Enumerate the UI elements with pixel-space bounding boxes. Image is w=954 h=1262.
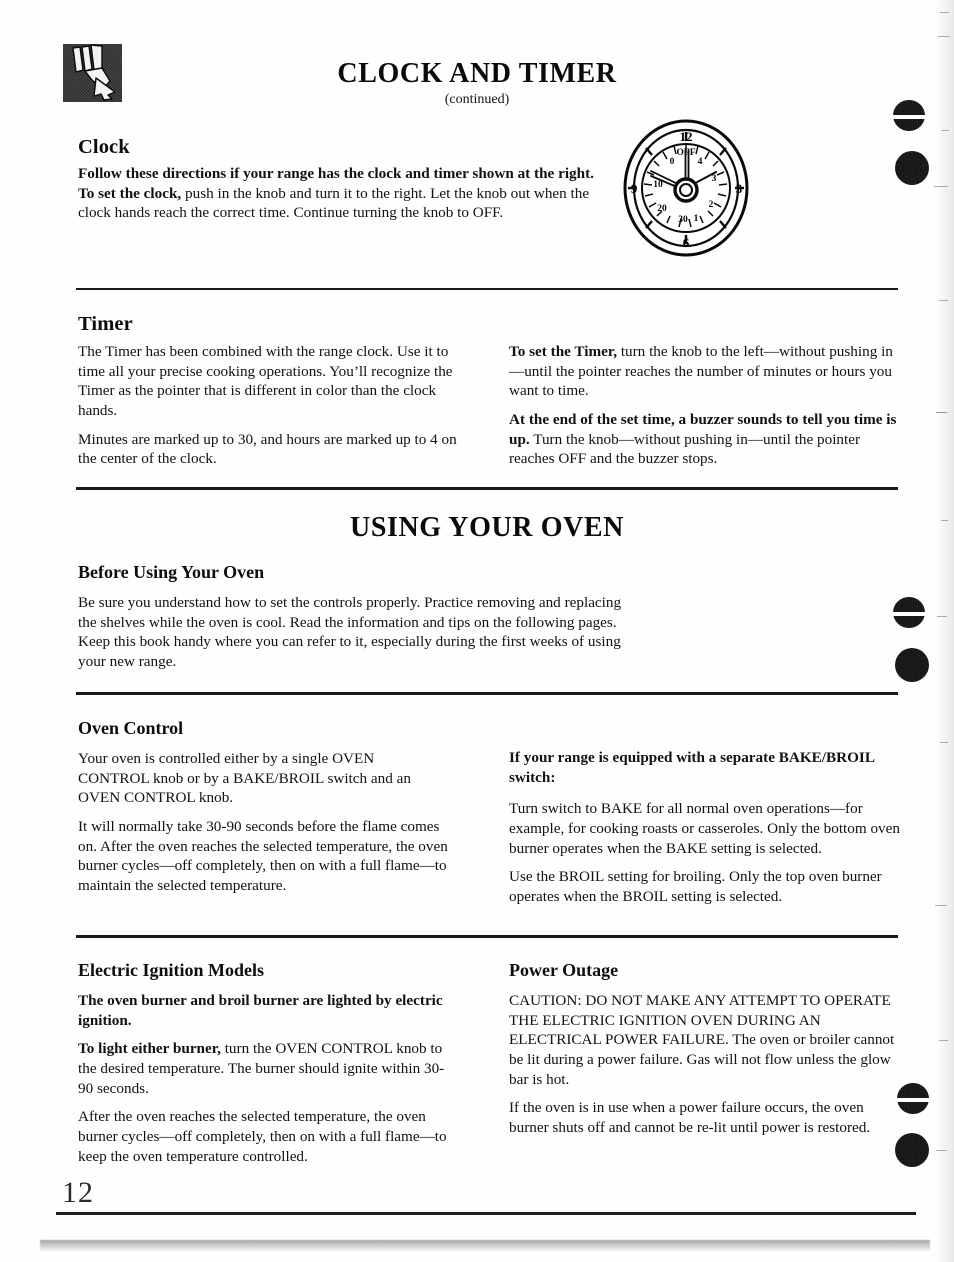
scan-speck: [939, 300, 948, 301]
power-outage-paragraph-2: If the oven is in use when a power failu…: [509, 1099, 871, 1137]
scan-speck: [940, 12, 949, 13]
section-divider-3: [76, 692, 898, 696]
scan-speck: [937, 616, 947, 617]
section-divider-4: [76, 935, 898, 939]
clock-timer-dial-illustration: 12 3 6 9 OFF 0 4 3 2 1 30 20 10: [618, 117, 754, 260]
scan-artifact-blob: [895, 1133, 929, 1167]
light-burner-paragraph: To light either burner, turn the OVEN CO…: [78, 1039, 448, 1098]
scan-edge-artifact-bottom: [40, 1240, 930, 1252]
broil-setting-paragraph: Use the BROIL setting for broiling. Only…: [509, 868, 882, 906]
bake-broil-switch-subheading: If your range is equipped with a separat…: [509, 748, 901, 787]
svg-text:10: 10: [653, 180, 663, 190]
page-number: 12: [62, 1176, 94, 1209]
scan-speck: [936, 1150, 947, 1151]
buzzer-run: Turn the knob—without pushing in—until t…: [509, 430, 861, 468]
timer-paragraph-1: The Timer has been combined with the ran…: [78, 343, 453, 420]
svg-text:2: 2: [709, 200, 714, 210]
hand-pointing-down-icon: [63, 44, 122, 102]
svg-text:6: 6: [683, 235, 690, 250]
section-divider-2: [76, 487, 898, 491]
power-outage-caution-paragraph: CAUTION: DO NOT MAKE ANY ATTEMPT TO OPER…: [509, 992, 895, 1088]
before-using-paragraph: Be sure you understand how to set the co…: [78, 594, 622, 671]
electric-ignition-paragraph-1: The oven burner and broil burner are lig…: [78, 991, 448, 1030]
scan-speck: [941, 520, 948, 521]
svg-text:12: 12: [680, 129, 693, 144]
heading-electric-ignition-models: Electric Ignition Models: [78, 960, 264, 980]
set-timer-bold-run: To set the Timer,: [509, 343, 618, 360]
scan-artifact-blob: [895, 648, 929, 682]
scan-artifact-blob: [891, 100, 927, 131]
heading-timer: Timer: [78, 313, 133, 335]
svg-text:20: 20: [657, 204, 667, 214]
electric-ignition-paragraph-3: After the oven reaches the selected temp…: [78, 1108, 447, 1165]
svg-text:4: 4: [698, 157, 703, 167]
scan-artifact-blob: [891, 597, 927, 628]
heading-before-using-your-oven: Before Using Your Oven: [78, 562, 265, 582]
scan-speck: [935, 905, 947, 906]
scan-artifact-blob: [895, 151, 929, 185]
timer-paragraph-2: Minutes are marked up to 30, and hours a…: [78, 430, 457, 468]
set-timer-paragraph: To set the Timer, turn the knob to the l…: [509, 342, 899, 401]
heading-power-outage: Power Outage: [509, 960, 619, 980]
scan-artifact-blob: [895, 1083, 931, 1114]
svg-text:0: 0: [670, 157, 675, 167]
oven-control-paragraph-1: Your oven is controlled either by a sing…: [78, 750, 411, 807]
scan-edge-artifact-right: [936, 0, 954, 1262]
scan-speck: [938, 36, 950, 37]
footer-divider: [56, 1212, 916, 1215]
page-subtitle: (continued): [444, 92, 510, 107]
electric-ignition-bold-run: The oven burner and broil burner are lig…: [78, 992, 443, 1029]
svg-text:3: 3: [736, 181, 743, 196]
scan-speck: [939, 1040, 948, 1041]
banner-using-your-oven: USING YOUR OVEN: [350, 512, 624, 543]
page-title: CLOCK AND TIMER: [337, 58, 617, 89]
heading-oven-control: Oven Control: [78, 718, 184, 738]
oven-control-paragraph-2: It will normally take 30-90 seconds befo…: [78, 818, 448, 895]
light-burner-bold-run: To light either burner,: [78, 1040, 221, 1058]
svg-text:9: 9: [631, 181, 638, 196]
scan-speck: [936, 412, 947, 414]
document-page: CLOCK AND TIMER (continued) Clock Follow…: [0, 0, 954, 1262]
heading-clock: Clock: [78, 136, 130, 158]
scan-speck: [940, 742, 948, 743]
scan-speck: [934, 186, 948, 187]
buzzer-paragraph: At the end of the set time, a buzzer sou…: [509, 410, 899, 469]
bake-setting-paragraph: Turn switch to BAKE for all normal oven …: [509, 800, 900, 857]
svg-text:3: 3: [712, 174, 717, 184]
bake-broil-switch-subheading-run: If your range is equipped with a separat…: [509, 749, 875, 786]
section-divider-1: [76, 288, 898, 290]
scan-speck: [941, 130, 949, 131]
svg-text:30: 30: [678, 215, 688, 225]
clock-paragraph: Follow these directions if your range ha…: [78, 164, 613, 223]
svg-text:1: 1: [694, 214, 699, 224]
